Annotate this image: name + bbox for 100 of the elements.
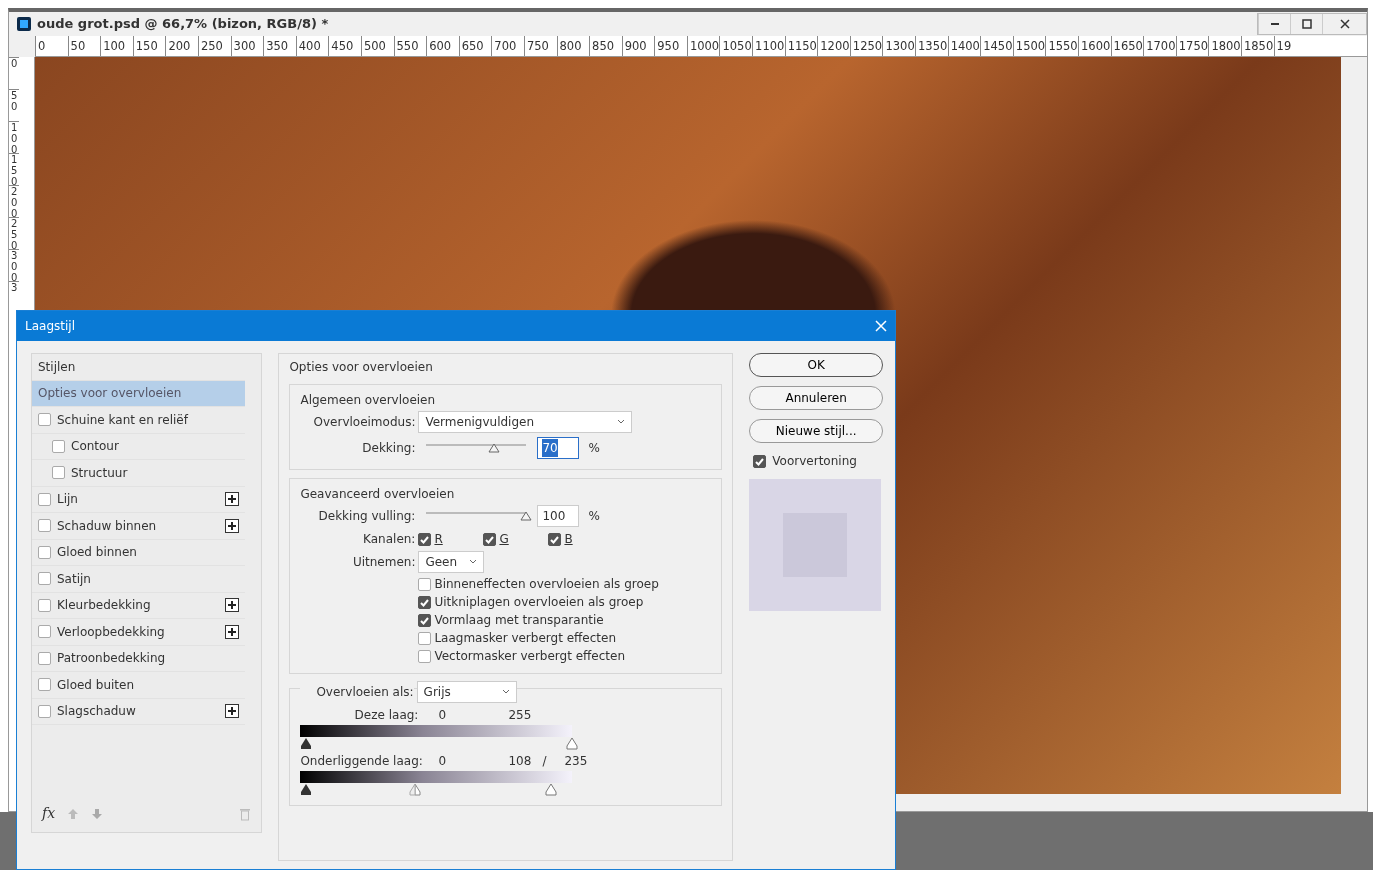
field-label: Kanalen: — [362, 531, 416, 548]
checkbox[interactable] — [753, 454, 767, 468]
caret-icon — [501, 689, 510, 695]
checkbox[interactable] — [38, 545, 51, 559]
checkbox[interactable] — [418, 613, 432, 627]
ruler-label: 650 — [458, 36, 492, 56]
down-arrow-icon[interactable] — [91, 807, 104, 820]
blend-if-dropdown[interactable]: Grijs — [416, 681, 517, 703]
checkbox[interactable] — [38, 678, 51, 692]
ruler-label: 700 — [491, 36, 524, 56]
checkbox[interactable] — [38, 625, 51, 639]
add-icon[interactable] — [225, 492, 240, 507]
style-label: Satijn — [57, 570, 91, 588]
checkbox[interactable] — [38, 651, 51, 665]
ruler-label: 250 — [197, 36, 231, 56]
range-thumb[interactable] — [408, 783, 421, 796]
ruler-label: 300 — [230, 36, 264, 56]
slider-thumb[interactable] — [520, 511, 533, 521]
ruler-label: 1050 — [719, 36, 753, 56]
fill-opacity-field[interactable]: 100 — [537, 505, 580, 527]
checkbox[interactable] — [548, 532, 562, 546]
ruler-label: 1600 — [1078, 36, 1111, 56]
ruler-label: 1150 — [784, 36, 818, 56]
range-thumb[interactable] — [566, 737, 579, 750]
add-icon[interactable] — [225, 704, 240, 719]
style-label: Schaduw binnen — [57, 517, 157, 535]
trash-icon[interactable] — [239, 806, 252, 821]
style-list-item[interactable]: Slagschaduw — [32, 698, 246, 725]
option-label: Vectormasker verbergt effecten — [434, 648, 625, 665]
ruler-label: 150 — [9, 153, 19, 185]
style-label: Gloed buiten — [57, 676, 135, 694]
ruler-label: 450 — [328, 36, 361, 56]
ruler-label: 800 — [556, 36, 590, 56]
ruler-label: 1650 — [1110, 36, 1144, 56]
checkbox[interactable] — [418, 532, 432, 546]
style-list-item[interactable]: Verloopbedekking — [32, 619, 246, 646]
close-icon[interactable] — [875, 320, 887, 332]
opacity-field[interactable]: 70 — [537, 437, 580, 459]
range-value: 108 — [508, 753, 533, 770]
checkbox[interactable] — [38, 704, 51, 718]
style-label: Structuur — [71, 464, 128, 482]
ruler-label: 350 — [263, 36, 296, 56]
dialog-button[interactable]: OK — [749, 353, 883, 377]
ruler-label: 400 — [295, 36, 329, 56]
style-list-item[interactable]: Kleurbedekking — [32, 592, 246, 619]
checkbox[interactable] — [38, 413, 51, 427]
effects-button[interactable]: fx — [42, 803, 56, 824]
maximize-icon — [1301, 19, 1312, 29]
checkbox[interactable] — [38, 519, 51, 533]
ruler-label: 600 — [426, 36, 459, 56]
ruler-label: 300 — [9, 249, 19, 281]
panel-heading: Stijlen — [38, 358, 76, 376]
range-value: 235 — [564, 753, 589, 770]
style-label: Verloopbedekking — [57, 623, 165, 641]
style-list-item[interactable]: Satijn — [32, 566, 246, 593]
checkbox[interactable] — [418, 595, 432, 609]
ruler-label: 1200 — [817, 36, 850, 56]
range-label: Onderliggende laag: — [300, 753, 424, 770]
checkbox[interactable] — [38, 492, 51, 506]
style-list-item[interactable]: Opties voor overvloeien — [32, 380, 246, 407]
add-icon[interactable] — [225, 624, 240, 639]
up-arrow-icon[interactable] — [67, 807, 80, 820]
style-label: Kleurbedekking — [57, 597, 151, 615]
ruler-label: 1850 — [1240, 36, 1274, 56]
checkbox[interactable] — [418, 631, 432, 645]
group-title: Geavanceerd overvloeien — [300, 486, 456, 503]
checkbox[interactable] — [418, 649, 432, 663]
style-list-item[interactable]: Contour — [32, 433, 246, 460]
blend-mode-dropdown[interactable]: Vermenigvuldigen — [418, 411, 633, 433]
ruler-label: 900 — [621, 36, 655, 56]
style-list-item[interactable]: Schaduw binnen — [32, 513, 246, 540]
add-icon[interactable] — [225, 518, 240, 533]
checkbox[interactable] — [38, 598, 51, 612]
style-list-item[interactable]: Structuur — [32, 460, 246, 487]
ruler-label: 1400 — [947, 36, 981, 56]
app-icon — [17, 17, 31, 31]
checkbox[interactable] — [52, 466, 65, 480]
ruler-label: 550 — [393, 36, 427, 56]
ruler-label: 1500 — [1012, 36, 1046, 56]
checkbox[interactable] — [38, 572, 51, 586]
field-label: Uitnemen: — [351, 554, 416, 571]
add-icon[interactable] — [225, 598, 240, 613]
checkbox[interactable] — [483, 532, 497, 546]
ruler-label: 50 — [67, 36, 101, 56]
checkbox[interactable] — [52, 439, 65, 453]
dialog-button[interactable]: Annuleren — [749, 386, 883, 410]
checkbox[interactable] — [418, 577, 432, 591]
style-list-item[interactable]: Patroonbedekking — [32, 645, 246, 672]
knockout-dropdown[interactable]: Geen — [418, 551, 485, 573]
style-list-item[interactable]: Lijn — [32, 486, 246, 513]
section-title: Opties voor overvloeien — [289, 359, 434, 376]
slider-thumb[interactable] — [488, 443, 501, 453]
ruler-label: 1300 — [882, 36, 916, 56]
style-list-item[interactable]: Gloed binnen — [32, 539, 246, 566]
dialog-button[interactable]: Nieuwe stijl... — [749, 419, 883, 443]
field-label: Dekking vulling: — [317, 508, 416, 525]
channel-label: G — [499, 531, 509, 548]
style-list-item[interactable]: Schuine kant en reliëf — [32, 407, 246, 434]
style-list-item[interactable]: Gloed buiten — [32, 672, 246, 699]
minimize-icon — [1270, 23, 1279, 25]
